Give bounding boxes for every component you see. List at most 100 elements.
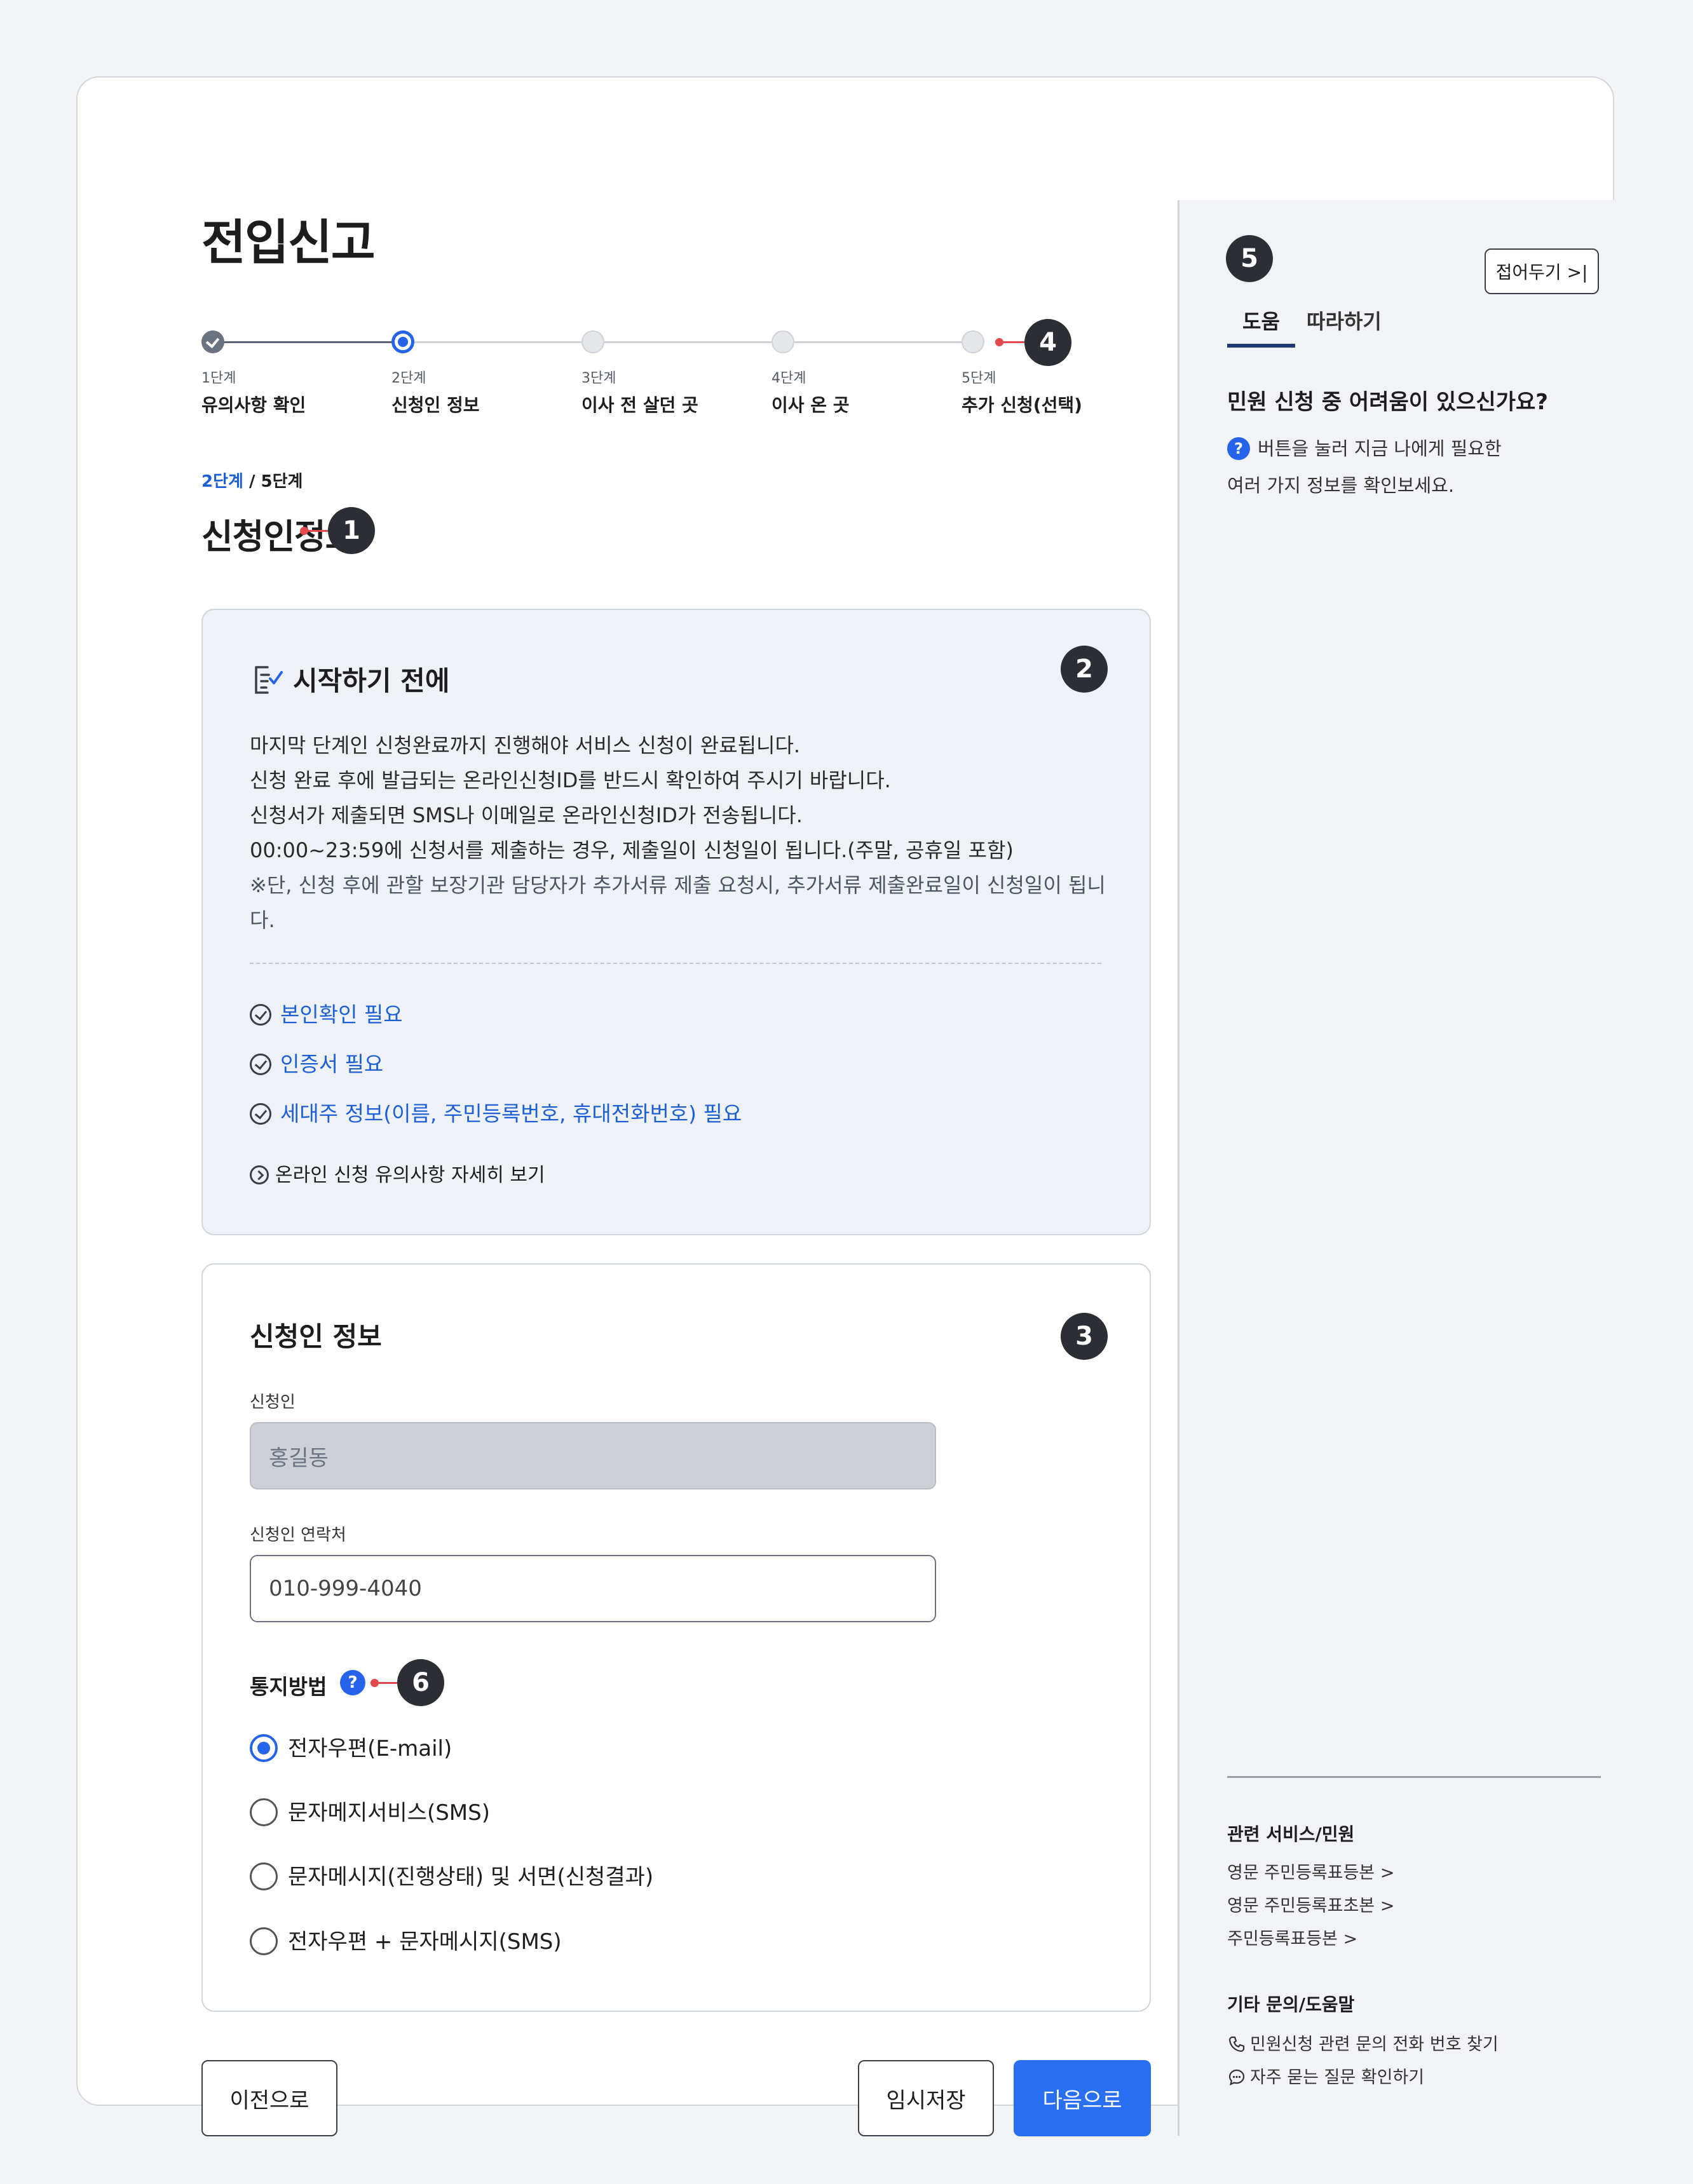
notice-title: 시작하기 전에 [293,665,450,696]
annotation-badge-6: 6 [397,1659,444,1706]
step-4-pending-icon [772,330,794,353]
requirement-item: 세대주 정보(이름, 주민등록번호, 휴대전화번호) 필요 [250,1097,742,1127]
phone-link-label: 민원신청 관련 문의 전화 번호 찾기 [1250,2035,1499,2054]
step-3-name: 이사 전 살던 곳 [581,395,698,416]
requirement-item: 인증서 필요 [250,1047,383,1078]
check-circle-icon [250,1103,271,1125]
requirement-label: 인증서 필요 [280,1052,384,1076]
notice-footnote: ※단, 신청 후에 관할 보장기관 담당자가 추가서류 제출 요청시, 추가서류… [250,873,1106,932]
phone-number-link[interactable]: 민원신청 관련 문의 전화 번호 찾기 [1227,2030,1499,2055]
related-link-register-copy[interactable]: 주민등록표등본 > [1227,1925,1357,1950]
notify-option-email[interactable]: 전자우편(E-mail) [250,1731,452,1762]
chevron-right-circle-icon [250,1165,269,1184]
radio-unselected-icon[interactable] [250,1927,278,1955]
step-2-current-icon [391,330,414,353]
requirement-item: 본인확인 필요 [250,998,403,1028]
notify-option-label: 문자메지서비스(SMS) [288,1800,490,1826]
faq-link[interactable]: 자주 묻는 질문 확인하기 [1227,2063,1424,2088]
question-circle-icon: ? [1227,437,1250,460]
applicant-name-field [250,1422,936,1489]
step-5-name: 추가 신청(선택) [962,395,1082,416]
related-link-english-register-abstract[interactable]: 영문 주민등록표초본 > [1227,1892,1394,1916]
radio-unselected-icon[interactable] [250,1798,278,1826]
notice-line: 00:00~23:59에 신청서를 제출하는 경우, 제출일이 신청일이 됩니다… [250,838,1014,862]
check-circle-icon [250,1004,271,1026]
annotation-badge-2: 2 [1061,646,1108,693]
annotation-pin-line [374,1682,397,1684]
notify-option-label: 문자메시지(진행상태) 및 서면(신청결과) [288,1864,654,1890]
radio-unselected-icon[interactable] [250,1862,278,1890]
page-sheet: 전입신고 1단계 2단계 3단계 4단계 5단계 유의사항 확인 신청인 정보 … [76,76,1649,2136]
notice-line: 신청 완료 후에 발급되는 온라인신청ID를 반드시 확인하여 주시기 바랍니다… [250,768,891,792]
notify-method-label: 통지방법 [250,1674,327,1699]
etc-help-title: 기타 문의/도움말 [1227,1994,1355,2015]
notice-line: 마지막 단계인 신청완료까지 진행해야 서비스 신청이 완료됩니다. [250,733,801,757]
help-description: ? 버튼을 눌러 지금 나에게 필요한 여러 가지 정보를 확인보세요. [1227,430,1608,504]
notice-body: 마지막 단계인 신청완료까지 진행해야 서비스 신청이 완료됩니다. 신청 완료… [250,728,1114,938]
notify-option-sms-and-mail[interactable]: 문자메시지(진행상태) 및 서면(신청결과) [250,1859,653,1890]
notify-option-label: 전자우편 + 문자메시지(SMS) [288,1929,562,1955]
step-1-number: 1단계 [201,370,236,386]
notice-header: 시작하기 전에 [252,660,449,698]
checklist-icon [255,666,283,694]
step-5-pending-icon [962,330,984,353]
stage-indicator: 2단계 / 5단계 [201,468,303,492]
dotted-divider [250,963,1101,964]
stage-separator: / [243,472,261,491]
step-4-number: 4단계 [772,370,806,386]
step-1-done-icon [201,330,224,353]
step-2-name: 신청인 정보 [391,395,480,416]
annotation-pin-line [999,341,1024,343]
faq-link-label: 자주 묻는 질문 확인하기 [1250,2068,1425,2087]
annotation-badge-5: 5 [1226,235,1273,282]
step-4-name: 이사 온 곳 [772,395,850,416]
radio-selected-icon[interactable] [250,1734,278,1762]
notice-details-link[interactable]: 온라인 신청 유의사항 자세히 보기 [250,1159,545,1187]
before-start-panel: 시작하기 전에 2 마지막 단계인 신청완료까지 진행해야 서비스 신청이 완료… [201,609,1151,1235]
check-circle-icon [250,1054,271,1075]
notify-option-label: 전자우편(E-mail) [288,1736,452,1761]
help-desc-line: ? 버튼을 눌러 지금 나에게 필요한 [1227,430,1608,467]
question-circle-icon[interactable]: ? [340,1670,365,1695]
requirement-label: 본인확인 필요 [280,1002,403,1027]
annotation-pin-line [304,530,329,532]
prev-button[interactable]: 이전으로 [201,2060,337,2136]
stage-total: 5단계 [261,472,303,491]
related-link-english-register-copy[interactable]: 영문 주민등록표등본 > [1227,1859,1394,1883]
temp-save-button[interactable]: 임시저장 [858,2060,994,2136]
stepper-line-todo [403,341,974,343]
help-desc-text: 버튼을 눌러 지금 나에게 필요한 [1258,438,1502,459]
help-question: 민원 신청 중 어려움이 있으신가요? [1227,390,1548,415]
step-5-number: 5단계 [962,370,996,386]
step-3-pending-icon [581,330,604,353]
applicant-contact-field[interactable] [250,1555,936,1622]
notify-option-email-and-sms[interactable]: 전자우편 + 문자메시지(SMS) [250,1924,562,1955]
side-divider [1227,1776,1601,1778]
tab-follow-along[interactable]: 따라하기 [1307,306,1382,335]
annotation-badge-4: 4 [1024,319,1071,366]
notice-details-label: 온라인 신청 유의사항 자세히 보기 [275,1164,545,1186]
phone-icon [1228,2036,1245,2052]
step-3-number: 3단계 [581,370,616,386]
chat-icon [1228,2069,1245,2086]
step-2-number: 2단계 [391,370,426,386]
page-title: 전입신고 [201,214,376,271]
annotation-badge-1: 1 [328,507,375,554]
applicant-contact-label: 신청인 연락처 [250,1526,346,1545]
notify-option-sms[interactable]: 문자메지서비스(SMS) [250,1795,490,1826]
requirement-label: 세대주 정보(이름, 주민등록번호, 휴대전화번호) 필요 [280,1101,742,1126]
step-1-name: 유의사항 확인 [201,395,306,416]
annotation-badge-3: 3 [1061,1313,1108,1360]
help-desc-line: 여러 가지 정보를 확인보세요. [1227,475,1455,496]
applicant-form-card: 신청인 정보 3 신청인 신청인 연락처 통지방법 ? 6 전자우편(E-mai… [201,1263,1151,2012]
collapse-panel-button[interactable]: 접어두기 >| [1485,248,1599,294]
stepper-line-done [213,341,402,343]
notice-line: 신청서가 제출되면 SMS나 이메일로 온라인신청ID가 전송됩니다. [250,803,803,827]
related-services-title: 관련 서비스/민원 [1227,1824,1355,1845]
next-button[interactable]: 다음으로 [1014,2060,1151,2136]
tab-help[interactable]: 도움 [1227,306,1295,348]
help-side-panel: 5 접어두기 >| 도움 따라하기 민원 신청 중 어려움이 있으신가요? ? 버… [1178,200,1649,2136]
stage-current: 2단계 [201,472,243,491]
applicant-name-label: 신청인 [250,1393,296,1412]
form-title: 신청인 정보 [250,1321,382,1352]
